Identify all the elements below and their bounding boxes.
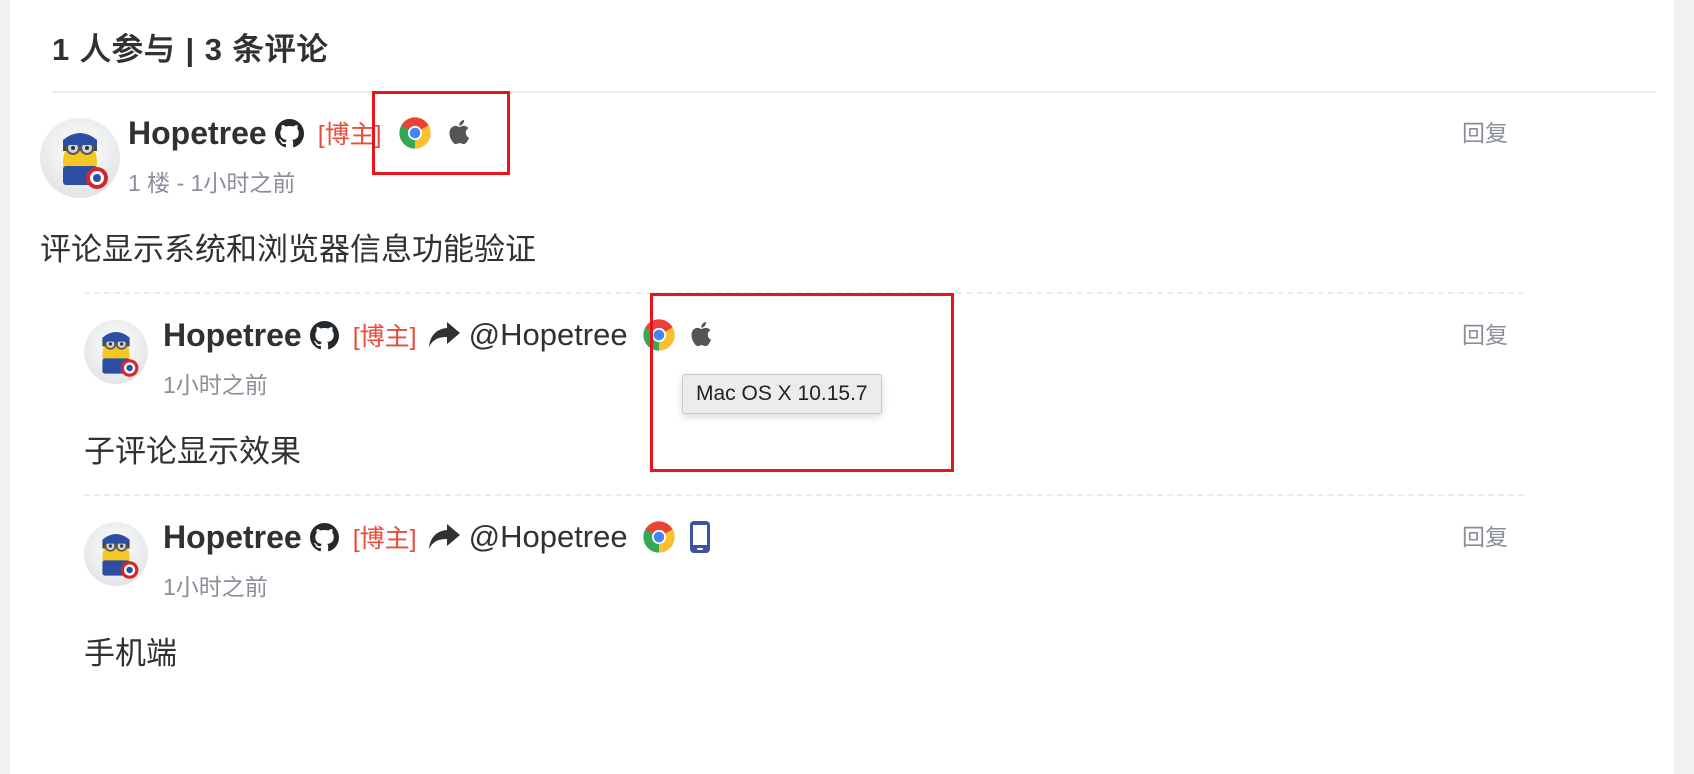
comment-header: Hopetree [博主] xyxy=(128,112,478,154)
github-icon[interactable] xyxy=(309,522,339,552)
comment-meta: 1小时之前 xyxy=(163,372,268,398)
comment-header: Hopetree [博主] @Hopetree xyxy=(163,314,720,356)
reply-to-user[interactable]: @Hopetree xyxy=(469,519,628,555)
avatar[interactable] xyxy=(40,118,120,198)
chrome-icon xyxy=(642,520,676,554)
master-badge: [博主] xyxy=(352,323,417,351)
master-badge: [博主] xyxy=(317,121,382,149)
reply-button[interactable]: 回复 xyxy=(1462,518,1508,552)
github-icon[interactable] xyxy=(309,320,339,350)
reply-arrow-icon xyxy=(427,522,461,552)
avatar-image xyxy=(63,133,108,189)
reply-button[interactable]: 回复 xyxy=(1462,316,1508,350)
comment-count-title: 1 人参与 | 3 条评论 xyxy=(52,32,329,67)
reply-divider xyxy=(84,494,1524,496)
reply-button[interactable]: 回复 xyxy=(1462,114,1508,148)
reply-to-user[interactable]: @Hopetree xyxy=(469,317,628,353)
comment-meta: 1小时之前 xyxy=(163,574,268,600)
master-badge: [博主] xyxy=(352,525,417,553)
comment-text: 评论显示系统和浏览器信息功能验证 xyxy=(40,232,536,267)
github-icon[interactable] xyxy=(274,118,304,148)
comment-meta: 1 楼 - 1小时之前 xyxy=(128,170,296,196)
apple-icon xyxy=(444,116,478,150)
chrome-icon xyxy=(398,116,432,150)
apple-icon xyxy=(686,318,720,352)
avatar-image xyxy=(102,534,139,579)
mobile-phone-icon xyxy=(688,520,722,554)
header-divider xyxy=(52,91,1656,93)
author-name[interactable]: Hopetree xyxy=(163,317,302,354)
reply-divider xyxy=(84,292,1524,294)
reply-arrow-icon xyxy=(427,320,461,350)
comment-text: 手机端 xyxy=(84,636,177,671)
chrome-icon xyxy=(642,318,676,352)
author-name[interactable]: Hopetree xyxy=(128,115,267,152)
avatar[interactable] xyxy=(84,320,148,384)
author-name[interactable]: Hopetree xyxy=(163,519,302,556)
avatar-image xyxy=(102,332,139,377)
comment-panel: 1 人参与 | 3 条评论 Hopetree [博主] 1 楼 - 1小时之前 … xyxy=(10,0,1674,774)
os-tooltip: Mac OS X 10.15.7 xyxy=(682,374,882,414)
avatar[interactable] xyxy=(84,522,148,586)
comment-header: Hopetree [博主] @Hopetree xyxy=(163,516,722,558)
comment-text: 子评论显示效果 xyxy=(84,434,301,469)
